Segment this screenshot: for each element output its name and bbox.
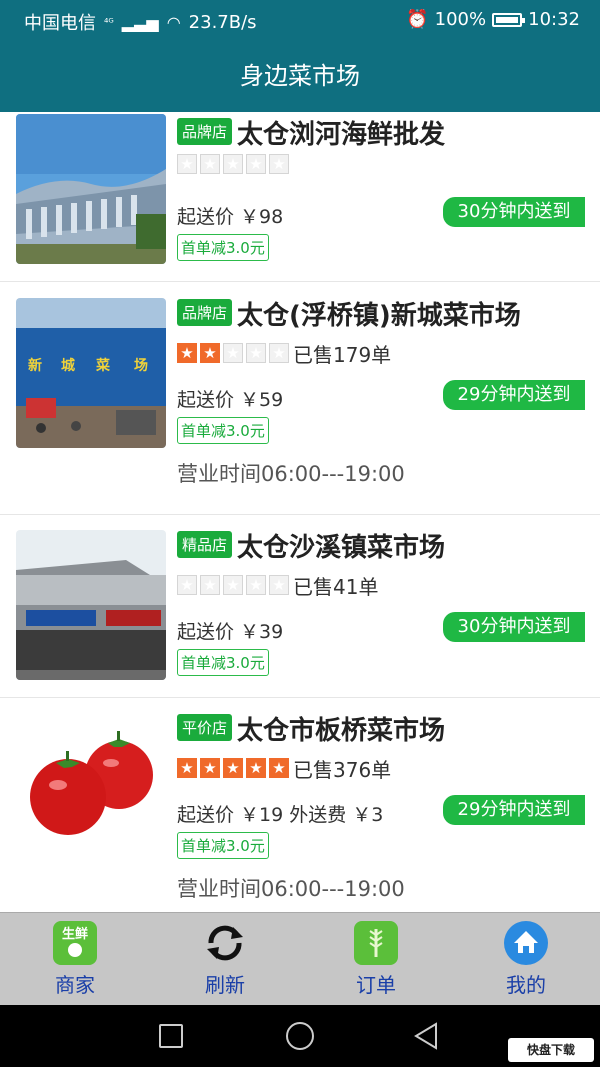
store-type-badge: 品牌店 xyxy=(177,299,233,326)
delivery-time-badge: 30分钟内送到 xyxy=(443,197,585,227)
business-hours: 营业时间06:00---19:00 xyxy=(177,462,405,486)
star-icon: ★ xyxy=(200,154,220,174)
min-order-price: 起送价 ￥19 外送费 ￥3 xyxy=(177,804,384,826)
bottom-tab-bar: 生鲜 商家 刷新 订单 我的 xyxy=(0,912,600,1005)
star-icon: ★ xyxy=(246,343,266,363)
store-card[interactable]: 精品店 太仓沙溪镇菜市场 ★ ★ ★ ★ ★ 已售41单 起送价 ￥39 30分钟内送到… xyxy=(0,515,600,698)
home-button[interactable] xyxy=(286,1022,314,1050)
home-icon xyxy=(504,921,548,965)
store-image-shaxi-market xyxy=(16,530,166,680)
star-icon: ★ xyxy=(246,575,266,595)
page-title: 身边菜市场 xyxy=(0,40,600,112)
network-type: ⁴ᴳ xyxy=(104,15,114,29)
wifi-icon: ◠ xyxy=(166,12,181,32)
fresh-produce-icon: 生鲜 xyxy=(53,921,97,965)
store-card[interactable]: 新城菜场 品牌店 太仓(浮桥镇)新城菜市场 ★ ★ ★ ★ ★ 已售179单 起送价 ￥… xyxy=(0,283,600,515)
tab-refresh[interactable]: 刷新 xyxy=(175,921,275,1001)
first-order-promo: 首单减3.0元 xyxy=(177,234,269,261)
star-icon: ★ xyxy=(269,575,289,595)
fresh-produce-icon-text: 生鲜 xyxy=(61,927,88,942)
tab-label: 订单 xyxy=(356,973,396,997)
star-icon: ★ xyxy=(246,758,266,778)
battery-icon xyxy=(492,12,526,27)
star-icon: ★ xyxy=(269,758,289,778)
store-name[interactable]: 太仓市板桥菜市场 xyxy=(237,710,445,747)
store-list[interactable]: 品牌店 太仓浏河海鲜批发 ★ ★ ★ ★ ★ 起送价 ￥98 30分钟内送到 首单减3.… xyxy=(0,112,600,912)
clock: 10:32 xyxy=(528,9,580,30)
store-rating: ★ ★ ★ ★ ★ xyxy=(177,758,289,778)
alarm-icon: ⏰ xyxy=(406,9,429,30)
star-icon: ★ xyxy=(223,575,243,595)
tab-me[interactable]: 我的 xyxy=(476,921,576,1001)
star-icon: ★ xyxy=(200,575,220,595)
store-name[interactable]: 太仓浏河海鲜批发 xyxy=(237,114,445,151)
store-image-xincheng-market: 新城菜场 xyxy=(16,298,166,448)
tab-orders[interactable]: 订单 xyxy=(326,921,426,1001)
recent-apps-button[interactable] xyxy=(159,1024,183,1048)
delivery-time-badge: 30分钟内送到 xyxy=(443,612,585,642)
star-icon: ★ xyxy=(177,758,197,778)
star-icon: ★ xyxy=(177,575,197,595)
system-nav-bar: 快盘下载 xyxy=(0,1005,600,1067)
refresh-icon xyxy=(203,921,247,965)
store-card[interactable]: 品牌店 太仓浏河海鲜批发 ★ ★ ★ ★ ★ 起送价 ￥98 30分钟内送到 首单减3.… xyxy=(0,112,600,282)
battery-level: 100% xyxy=(434,9,487,30)
store-rating: ★ ★ ★ ★ ★ xyxy=(177,343,289,363)
network-speed: 23.7B/s xyxy=(188,11,257,33)
star-icon: ★ xyxy=(200,343,220,363)
svg-text:城: 城 xyxy=(61,357,75,374)
tab-label: 商家 xyxy=(55,973,95,997)
star-icon: ★ xyxy=(269,154,289,174)
store-type-badge: 平价店 xyxy=(177,714,233,741)
star-icon: ★ xyxy=(223,758,243,778)
delivery-time-badge: 29分钟内送到 xyxy=(443,795,585,825)
star-icon: ★ xyxy=(200,758,220,778)
order-icon xyxy=(354,921,398,965)
min-order-price: 起送价 ￥98 xyxy=(177,206,284,228)
first-order-promo: 首单减3.0元 xyxy=(177,417,269,444)
first-order-promo: 首单减3.0元 xyxy=(177,832,269,859)
tab-label: 刷新 xyxy=(205,973,245,997)
sold-count: 已售41单 xyxy=(293,575,379,599)
store-name[interactable]: 太仓(浮桥镇)新城菜市场 xyxy=(237,295,521,332)
star-icon: ★ xyxy=(177,154,197,174)
store-type-badge: 品牌店 xyxy=(177,118,233,145)
star-icon: ★ xyxy=(223,154,243,174)
tab-merchants[interactable]: 生鲜 商家 xyxy=(25,921,125,1001)
store-rating: ★ ★ ★ ★ ★ xyxy=(177,154,289,174)
store-rating: ★ ★ ★ ★ ★ xyxy=(177,575,289,595)
business-hours: 营业时间06:00---19:00 xyxy=(177,877,405,901)
store-type-badge: 精品店 xyxy=(177,531,233,558)
min-order-price: 起送价 ￥59 xyxy=(177,389,284,411)
svg-text:场: 场 xyxy=(134,358,148,374)
watermark-logo: 快盘下载 xyxy=(508,1038,594,1062)
svg-text:新: 新 xyxy=(28,357,42,374)
status-bar: 中国电信 ⁴ᴳ ▂▃▅ ◠ 23.7B/s ⏰ 100% 10:32 xyxy=(0,0,600,40)
star-icon: ★ xyxy=(269,343,289,363)
svg-text:菜: 菜 xyxy=(95,357,111,374)
delivery-time-badge: 29分钟内送到 xyxy=(443,380,585,410)
first-order-promo: 首单减3.0元 xyxy=(177,649,269,676)
back-button[interactable] xyxy=(414,1022,440,1054)
star-icon: ★ xyxy=(223,343,243,363)
store-name[interactable]: 太仓沙溪镇菜市场 xyxy=(237,527,445,564)
star-icon: ★ xyxy=(177,343,197,363)
sold-count: 已售376单 xyxy=(293,758,392,782)
carrier-label: 中国电信 xyxy=(24,13,96,34)
tab-label: 我的 xyxy=(506,973,546,997)
sold-count: 已售179单 xyxy=(293,343,392,367)
store-image-seafood-market xyxy=(16,114,166,264)
signal-icon: ▂▃▅ xyxy=(121,12,159,32)
min-order-price: 起送价 ￥39 xyxy=(177,621,284,643)
store-image-tomatoes xyxy=(16,713,166,863)
star-icon: ★ xyxy=(246,154,266,174)
store-card[interactable]: 平价店 太仓市板桥菜市场 ★ ★ ★ ★ ★ 已售376单 起送价 ￥19 外送费 ￥3… xyxy=(0,698,600,912)
